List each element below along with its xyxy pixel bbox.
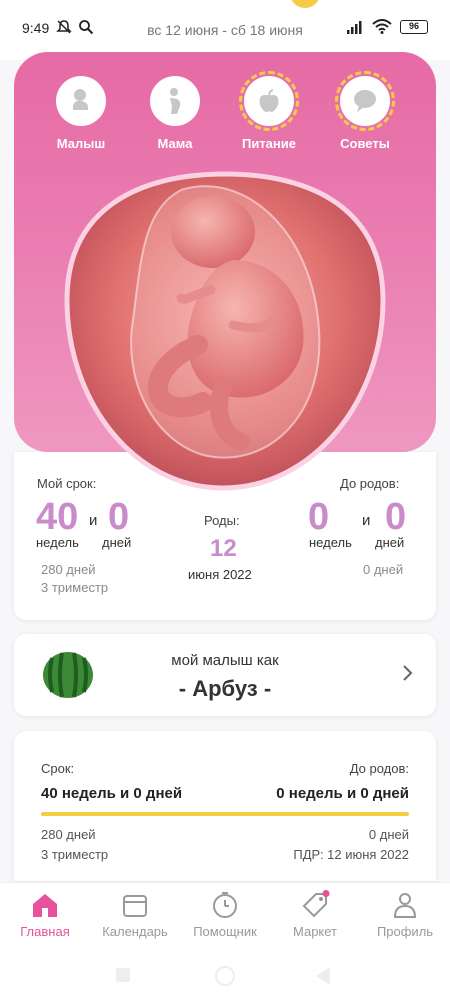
- nav-item-home[interactable]: Главная: [0, 889, 90, 939]
- hero-item-tips[interactable]: Советы: [320, 71, 410, 151]
- nav-label: Главная: [20, 924, 70, 939]
- until-label: До родов:: [349, 761, 409, 776]
- term-trimester: 3 триместр: [41, 847, 109, 862]
- term-value: 40 недель и 0 дней: [41, 785, 183, 802]
- baby-size-fruit: - Арбуз -: [178, 676, 272, 701]
- nav-label: Помощник: [193, 924, 257, 939]
- nav-label: Календарь: [102, 924, 168, 939]
- chevron-right-icon: [403, 665, 413, 681]
- calendar-tab-handle[interactable]: [290, 0, 320, 8]
- fetus-illustration[interactable]: [63, 170, 387, 492]
- nav-item-market[interactable]: Маркет: [270, 889, 360, 939]
- term-weeks-value: 40: [36, 496, 79, 538]
- profile-icon: [360, 889, 450, 921]
- term-days: 280 дней: [41, 827, 96, 842]
- home-system-button[interactable]: [215, 966, 235, 986]
- nav-label: Профиль: [376, 924, 434, 939]
- hero-item-nutrition[interactable]: Питание: [224, 71, 314, 151]
- system-navigation-bar: [0, 952, 450, 1000]
- chat-bubble-icon: [335, 71, 395, 131]
- calendar-icon: [90, 889, 180, 921]
- nav-item-profile[interactable]: Профиль: [360, 889, 450, 939]
- battery-indicator: 96: [400, 19, 428, 34]
- term-days-value: 0: [108, 496, 130, 538]
- baby-icon: [56, 76, 106, 126]
- until-weeks-value: 0: [308, 496, 330, 538]
- term-label: Срок:: [41, 761, 75, 776]
- until-days-value: 0: [385, 496, 407, 538]
- hero-item-baby[interactable]: Малыш: [36, 76, 126, 151]
- apple-icon: [239, 71, 299, 131]
- term-progress-bar: [41, 812, 409, 816]
- nav-item-calendar[interactable]: Календарь: [90, 889, 180, 939]
- due-date: ПДР: 12 июня 2022: [293, 847, 409, 862]
- bottom-navigation: Главная Календарь Помощник Маркет Профил…: [0, 882, 450, 952]
- hero-item-label: Советы: [340, 136, 390, 151]
- and-text-right: и: [362, 512, 371, 529]
- nav-item-assistant[interactable]: Помощник: [180, 889, 270, 939]
- term-right-days: 0 дней: [368, 827, 409, 842]
- days-unit-label: дней: [102, 535, 132, 550]
- hero-item-label: Питание: [241, 136, 296, 151]
- status-icons-right: 96: [346, 19, 428, 34]
- until-weeks-unit: недель: [309, 535, 352, 550]
- status-bar: 9:49 вс 12 июня - сб 18 июня 96: [0, 0, 450, 60]
- baby-size-card[interactable]: мой малыш как - Арбуз -: [14, 634, 436, 716]
- timer-icon: [180, 889, 270, 921]
- home-icon: [0, 889, 90, 921]
- weeks-unit-label: недель: [36, 535, 79, 550]
- birth-month-year: июня 2022: [188, 567, 252, 582]
- hero-item-mom[interactable]: Мама: [130, 76, 220, 151]
- tag-icon: [270, 889, 360, 921]
- term-summary-card: Срок: 40 недель и 0 дней До родов: 0 нед…: [14, 731, 436, 881]
- signal-icon: [347, 20, 362, 34]
- birth-day-value: 12: [210, 535, 237, 562]
- until-days-unit: дней: [375, 535, 405, 550]
- birth-label: Роды:: [204, 513, 240, 528]
- pregnant-mother-icon: [150, 76, 200, 126]
- hero-item-label: Мама: [157, 136, 193, 151]
- recent-apps-button[interactable]: [116, 968, 130, 982]
- and-text: и: [89, 512, 98, 529]
- trimester-text: 3 триместр: [41, 580, 109, 595]
- wifi-icon: [372, 19, 392, 34]
- until-value: 0 недель и 0 дней: [276, 785, 409, 802]
- until-total-days: 0 дней: [363, 562, 404, 577]
- total-days-text: 280 дней: [41, 562, 96, 577]
- baby-size-title: мой малыш как: [171, 652, 279, 669]
- hero-item-label: Малыш: [56, 136, 106, 151]
- nav-label: Маркет: [292, 924, 338, 939]
- back-system-button[interactable]: [316, 967, 330, 985]
